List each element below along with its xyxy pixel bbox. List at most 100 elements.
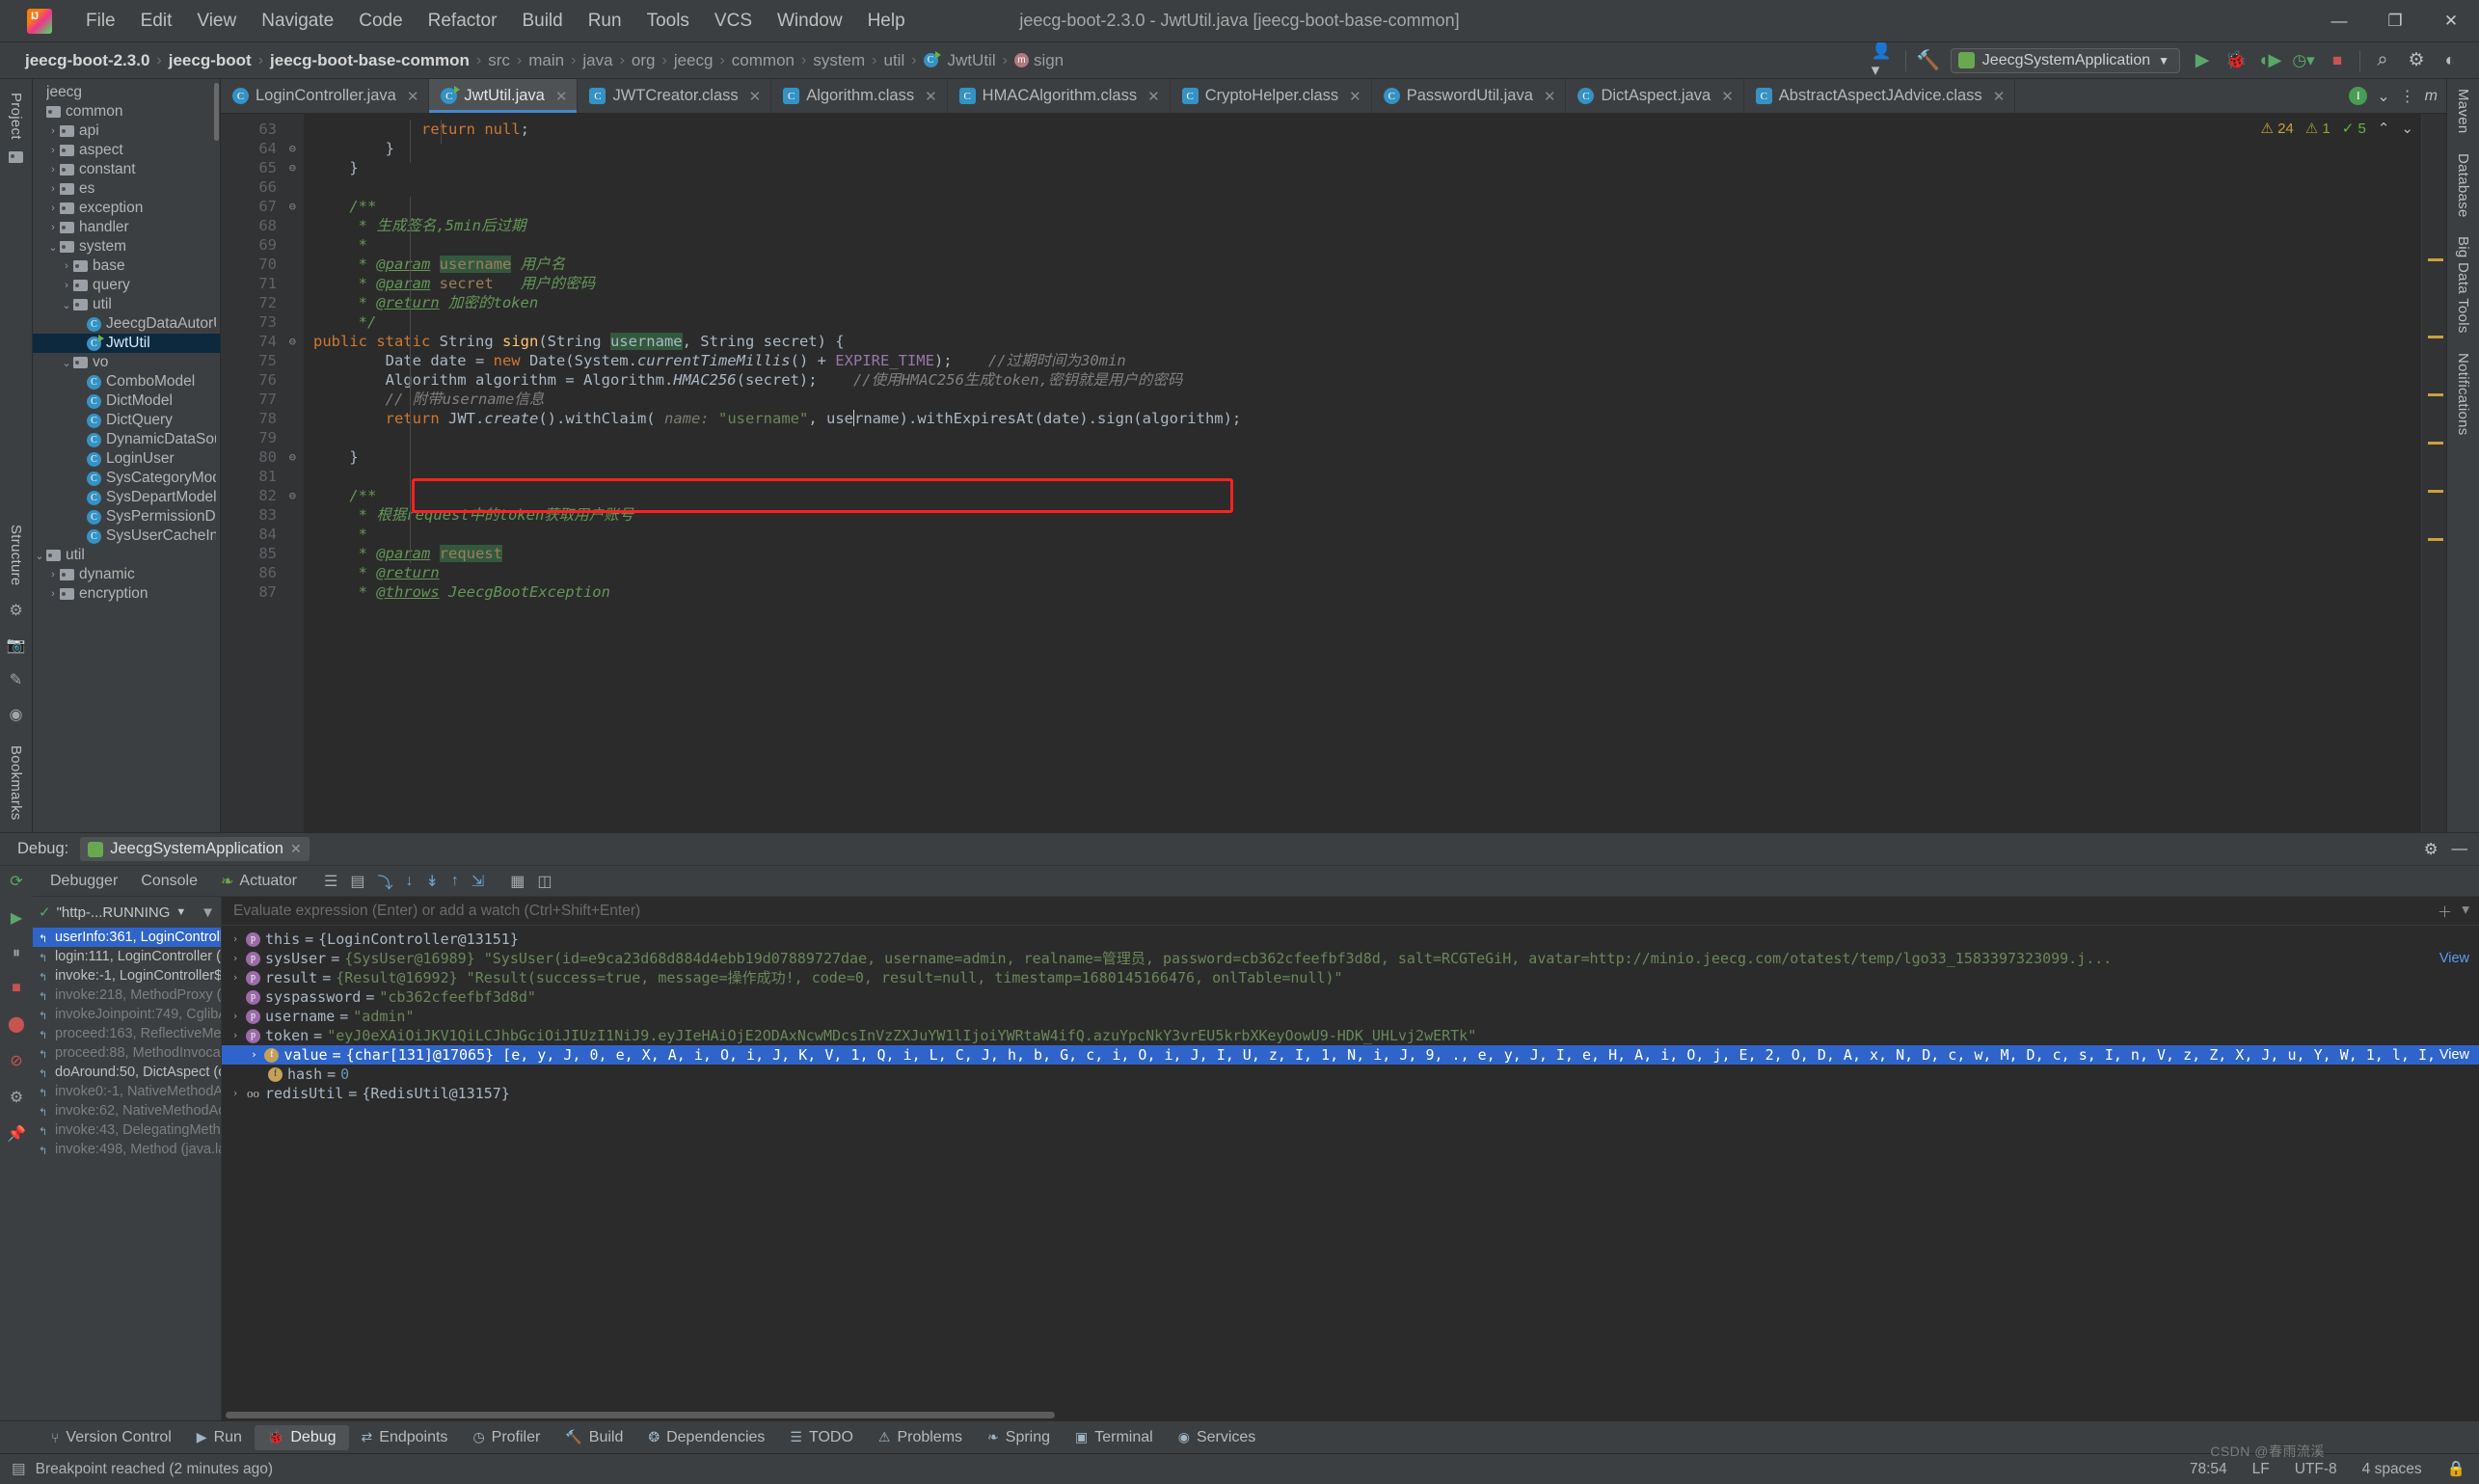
stack-frame[interactable]: ↰ invoke0:-1, NativeMethodAc <box>33 1082 221 1101</box>
tree-twisty-icon[interactable]: › <box>46 202 60 214</box>
breadcrumb-item-11[interactable]: C JwtUtil <box>920 49 1000 72</box>
gutter-line[interactable]: 64 ⊖ <box>221 139 304 158</box>
close-icon[interactable]: ✕ <box>1993 88 2006 105</box>
code-line[interactable]: public static String sign(String usernam… <box>313 332 2421 351</box>
fold-icon[interactable]: ⊖ <box>285 336 296 347</box>
tree-item[interactable]: › encryption <box>33 584 220 604</box>
resume-icon[interactable]: ▶ <box>11 908 22 928</box>
tree-item[interactable]: › base <box>33 256 220 276</box>
marker-warning[interactable] <box>2428 258 2443 261</box>
code-line[interactable] <box>313 428 2421 447</box>
code-line[interactable]: * @return 加密的token <box>313 293 2421 312</box>
breadcrumb-item-5[interactable]: java <box>579 49 616 72</box>
gutter-line[interactable]: 77 <box>221 390 304 409</box>
gutter-line[interactable]: 78 <box>221 409 304 428</box>
code-line[interactable]: * @param request <box>313 544 2421 563</box>
stack-frame[interactable]: ↰ login:111, LoginController ( <box>33 947 221 966</box>
code-line[interactable]: * @param username 用户名 <box>313 255 2421 274</box>
updates-icon[interactable]: ◐ <box>2439 49 2462 72</box>
stack-frame[interactable]: ↰ invoke:62, NativeMethodAcc <box>33 1101 221 1120</box>
breadcrumb-item-1[interactable]: jeecg-boot <box>165 49 256 72</box>
editor-gutter[interactable]: 63 64 ⊖ 65 ⊖ 66 67 ⊖ 68 69 70 71 72 73 74 ⊖ 75 76 77 78 79 80… <box>221 114 304 832</box>
maximize-button[interactable]: ❐ <box>2367 1 2423 41</box>
step-out-icon[interactable]: ↑ <box>451 873 459 890</box>
menu-build[interactable]: Build <box>509 7 575 36</box>
gutter-line[interactable]: 73 <box>221 312 304 332</box>
editor-tab-bar[interactable]: C LoginController.java ✕ C JwtUtil.java ✕ C JWT… <box>221 79 2446 114</box>
gutter-line[interactable]: 83 <box>221 505 304 525</box>
fold-icon[interactable]: ⊖ <box>285 490 296 501</box>
tree-twisty-icon[interactable]: ⌄ <box>46 241 60 254</box>
scrollbar-thumb[interactable] <box>226 1412 1055 1418</box>
chevron-down-icon[interactable]: ⌄ <box>2401 120 2413 137</box>
bottom-tool-tabs[interactable]: ⑂ Version Control ▶ Run 🐞 Debug ⇄ Endpoints ◷ Pro… <box>0 1420 2479 1453</box>
stack-frame[interactable]: ↰ userInfo:361, LoginControlle <box>33 928 221 947</box>
editor-tab[interactable]: C DictAspect.java ✕ <box>1566 79 1744 113</box>
editor-tab[interactable]: C JWTCreator.class ✕ <box>578 79 772 113</box>
tree-item[interactable]: ⌄ vo <box>33 353 220 372</box>
editor-code-area[interactable]: return null; } } /** * 生成签名,5min后过期 * * … <box>304 114 2421 832</box>
view-link[interactable]: View <box>2439 1045 2479 1065</box>
gutter-line[interactable]: 68 <box>221 216 304 235</box>
profiler-icon[interactable]: ◷▾ <box>2292 49 2315 72</box>
stop-icon[interactable]: ■ <box>12 980 21 997</box>
settings-icon[interactable]: ⚙ <box>10 1088 23 1107</box>
stack-frame[interactable]: ↰ invokeJoinpoint:749, CglibA <box>33 1005 221 1024</box>
tab-actuator[interactable]: ❧ Actuator <box>211 869 307 894</box>
status-stripe-icon[interactable]: ▤ <box>12 1460 26 1478</box>
bottom-tab[interactable]: ▶ Run <box>184 1425 255 1450</box>
inspection-weak-warnings[interactable]: ✓ 5 <box>2342 120 2366 137</box>
rail-tab-project[interactable]: Project <box>8 93 24 140</box>
variable-row[interactable]: › p username = "admin" <box>222 1007 2479 1026</box>
view-link[interactable]: View <box>2439 949 2479 968</box>
run-configuration-selector[interactable]: JeecgSystemApplication ▼ <box>1950 47 2180 73</box>
inspection-summary[interactable]: ⚠ 24 ⚠ 1 ✓ 5 ⌃ ⌄ <box>2260 120 2413 137</box>
force-step-into-icon[interactable]: ↡ <box>425 872 438 891</box>
breadcrumb-item-3[interactable]: src <box>484 49 514 72</box>
chevron-down-icon[interactable]: ▼ <box>175 906 186 918</box>
add-watch-icon[interactable]: ＋ <box>2438 901 2453 922</box>
database-small-icon[interactable]: ◉ <box>10 705 23 724</box>
stack-frame[interactable]: ↰ invoke:498, Method (java.la <box>33 1140 221 1159</box>
breadcrumb-item-8[interactable]: common <box>728 49 798 72</box>
gutter-line[interactable]: 86 <box>221 563 304 582</box>
close-icon[interactable]: ✕ <box>290 841 302 857</box>
call-stack-list[interactable]: ↰ userInfo:361, LoginControlle ↰ login:111,… <box>33 928 221 1420</box>
project-tree-scrollbar[interactable] <box>214 83 219 141</box>
code-editor[interactable]: 63 64 ⊖ 65 ⊖ 66 67 ⊖ 68 69 70 71 72 73 74 ⊖ 75 76 77 78 79 80… <box>221 114 2446 832</box>
variables-tree[interactable]: › p this = {LoginController@13151} › p sysUse… <box>222 926 2479 1409</box>
more-icon[interactable]: ⋮ <box>2400 87 2415 106</box>
expand-arrow-icon[interactable]: › <box>229 1084 241 1103</box>
hammer-icon[interactable]: 🔨 <box>1916 49 1940 72</box>
editor-tab[interactable]: C Algorithm.class ✕ <box>771 79 948 113</box>
close-icon[interactable]: ✕ <box>1349 88 1361 105</box>
marker-warning[interactable] <box>2428 336 2443 338</box>
mute-breakpoints-icon[interactable]: ⊘ <box>10 1051 22 1070</box>
editor-tab[interactable]: C CryptoHelper.class ✕ <box>1170 79 1372 113</box>
tree-item[interactable]: C LoginUser <box>33 449 220 469</box>
variables-horizontal-scrollbar[interactable] <box>222 1409 2479 1420</box>
rerun-icon[interactable]: ⟳ <box>10 872 22 891</box>
gutter-line[interactable]: 82 ⊖ <box>221 486 304 505</box>
expand-arrow-icon[interactable]: › <box>229 949 241 968</box>
expand-arrow-icon[interactable]: › <box>229 968 241 987</box>
expand-arrow-icon[interactable]: › <box>248 1045 259 1065</box>
tree-item[interactable]: common <box>33 102 220 121</box>
tree-twisty-icon[interactable]: › <box>46 125 60 137</box>
bottom-tab[interactable]: ⚠ Problems <box>866 1425 975 1450</box>
stack-frame[interactable]: ↰ invoke:43, DelegatingMetho <box>33 1120 221 1140</box>
code-line[interactable]: */ <box>313 312 2421 332</box>
variable-row[interactable]: › f value = {char[131]@17065} [e, y, J, 0,… <box>222 1045 2479 1065</box>
tree-item[interactable]: › dynamic <box>33 565 220 584</box>
code-line[interactable] <box>313 177 2421 197</box>
menu-window[interactable]: Window <box>765 7 855 36</box>
tree-item[interactable]: C JeecgDataAutorUt <box>33 314 220 334</box>
mirror-icon[interactable]: ◫ <box>537 872 552 891</box>
code-line[interactable]: * @throws JeecgBootException <box>313 582 2421 602</box>
evaluate-icon[interactable]: ▦ <box>510 872 525 891</box>
close-icon[interactable]: ✕ <box>555 88 568 105</box>
camera-icon[interactable]: 📷 <box>7 635 26 655</box>
expand-arrow-icon[interactable]: › <box>229 930 241 949</box>
chevron-down-icon[interactable]: ⌄ <box>2377 87 2389 106</box>
gutter-line[interactable]: 84 <box>221 525 304 544</box>
